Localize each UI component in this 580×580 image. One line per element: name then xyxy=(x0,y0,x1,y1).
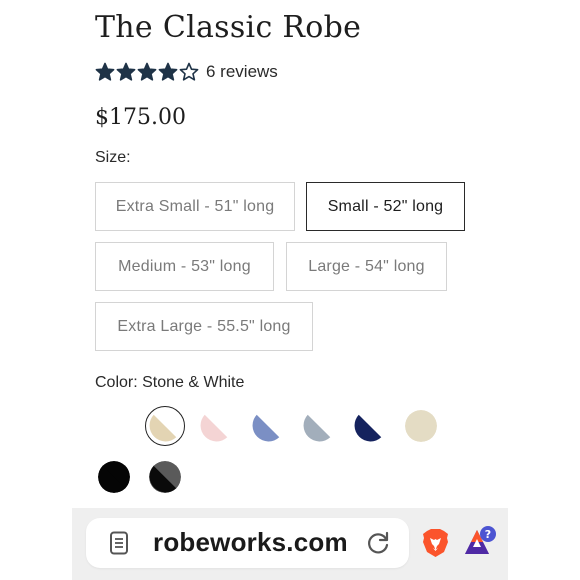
star-filled-icon xyxy=(158,62,178,81)
product-price: $175.00 xyxy=(95,105,186,130)
size-option-label: Extra Large - 55.5" long xyxy=(117,317,291,335)
brave-rewards-icon[interactable]: ? xyxy=(464,525,498,559)
size-option-label: Large - 54" long xyxy=(308,257,425,275)
swatch-fill xyxy=(200,410,232,442)
swatch-fill xyxy=(149,461,181,493)
brave-lion-icon[interactable] xyxy=(422,528,449,558)
color-swatch-grey-blue[interactable] xyxy=(299,406,339,446)
color-swatch-black-grey[interactable] xyxy=(145,457,185,497)
size-option-label: Small - 52" long xyxy=(327,197,444,215)
color-swatch-cream[interactable] xyxy=(401,406,441,446)
product-title: The Classic Robe xyxy=(95,10,362,45)
color-swatch-black[interactable] xyxy=(94,457,134,497)
size-option-label: Medium - 53" long xyxy=(118,257,251,275)
color-swatch-stone-white[interactable] xyxy=(145,406,185,446)
swatch-fill xyxy=(252,410,284,442)
color-label: Color: Stone & White xyxy=(95,374,245,391)
star-rating xyxy=(95,62,200,82)
reload-icon[interactable] xyxy=(365,530,391,556)
swatch-fill xyxy=(98,461,130,493)
size-option-label: Extra Small - 51" long xyxy=(115,197,275,215)
size-option-extra-small[interactable]: Extra Small - 51" long xyxy=(95,182,295,231)
swatch-fill xyxy=(405,410,437,442)
swatch-fill xyxy=(303,410,335,442)
document-icon[interactable] xyxy=(109,531,129,555)
color-swatch-navy[interactable] xyxy=(350,406,390,446)
swatch-fill xyxy=(149,410,181,442)
rewards-badge-text: ? xyxy=(485,528,491,541)
star-filled-icon xyxy=(137,62,157,81)
size-label: Size: xyxy=(95,149,131,166)
size-option-small[interactable]: Small - 52" long xyxy=(306,182,465,231)
reviews-link[interactable]: 6 reviews xyxy=(206,62,278,82)
color-swatch-periwinkle[interactable] xyxy=(248,406,288,446)
star-empty-icon xyxy=(179,62,199,81)
size-option-medium[interactable]: Medium - 53" long xyxy=(95,242,274,291)
product-page: The Classic Robe 6 reviews $175.00 Size:… xyxy=(0,0,580,580)
swatch-fill xyxy=(354,410,386,442)
size-option-extra-large[interactable]: Extra Large - 55.5" long xyxy=(95,302,313,351)
color-swatch-blush[interactable] xyxy=(196,406,236,446)
url-text[interactable]: robeworks.com xyxy=(153,527,348,558)
size-option-large[interactable]: Large - 54" long xyxy=(286,242,447,291)
rating-row[interactable]: 6 reviews xyxy=(95,60,278,84)
star-filled-icon xyxy=(116,62,136,81)
star-filled-icon xyxy=(95,62,115,81)
